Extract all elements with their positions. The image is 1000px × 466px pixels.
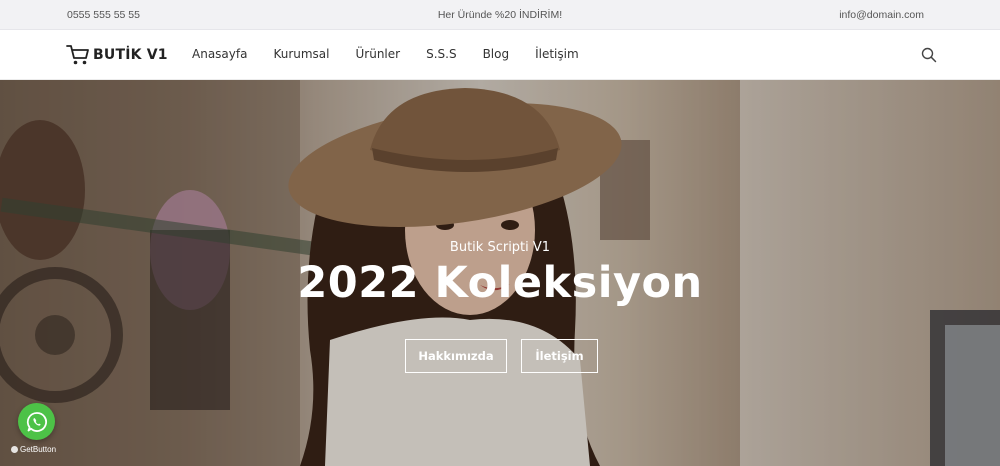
cart-icon — [66, 45, 89, 65]
getbutton-logo-icon — [11, 446, 18, 453]
about-button[interactable]: Hakkımızda — [405, 339, 507, 373]
getbutton-credit-text: GetButton — [20, 445, 57, 454]
hero-banner: Butik Scripti V1 2022 Koleksiyon Hakkımı… — [0, 80, 1000, 466]
main-nav: Anasayfa Kurumsal Ürünler S.S.S Blog İle… — [192, 47, 605, 61]
email-link[interactable]: info@domain.com — [839, 9, 924, 21]
site-header: BUTİK V1 Anasayfa Kurumsal Ürünler S.S.S… — [0, 30, 1000, 80]
nav-item-contact[interactable]: İletişim — [535, 47, 579, 61]
nav-item-home[interactable]: Anasayfa — [192, 47, 247, 61]
top-info-bar: 0555 555 55 55 Her Üründe %20 İNDİRİM! i… — [0, 0, 1000, 30]
nav-item-products[interactable]: Ürünler — [356, 47, 401, 61]
search-button[interactable] — [921, 47, 937, 63]
nav-item-corporate[interactable]: Kurumsal — [273, 47, 329, 61]
contact-button[interactable]: İletişim — [521, 339, 598, 373]
hero-subtitle: Butik Scripti V1 — [449, 240, 551, 255]
getbutton-credit[interactable]: GetButton — [11, 445, 56, 454]
logo-text: BUTİK V1 — [93, 47, 168, 63]
whatsapp-button[interactable] — [18, 403, 55, 440]
nav-item-faq[interactable]: S.S.S — [426, 47, 456, 61]
logo[interactable]: BUTİK V1 — [66, 44, 168, 66]
whatsapp-icon — [26, 411, 47, 432]
nav-item-blog[interactable]: Blog — [483, 47, 510, 61]
hero-title: 2022 Koleksiyon — [297, 258, 703, 308]
search-icon — [921, 47, 937, 63]
